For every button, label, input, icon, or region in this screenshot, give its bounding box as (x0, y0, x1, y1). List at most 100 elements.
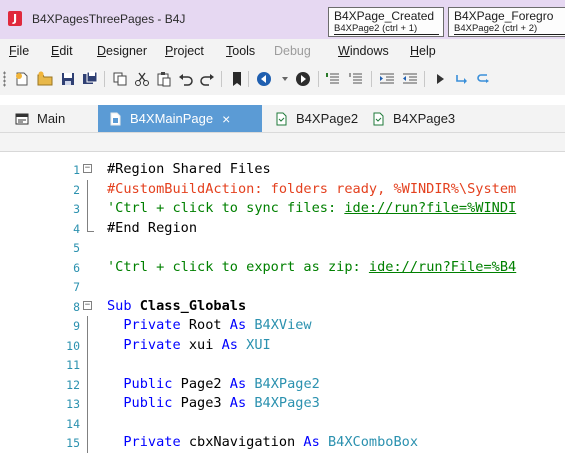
fold-guide-line (87, 179, 88, 200)
line-number: 12 (66, 377, 80, 392)
copy-icon[interactable] (111, 70, 129, 88)
toolbar-separator (371, 71, 372, 87)
sub-shortcut-popup-2[interactable]: B4XPage_Foregro B4XPage2 (ctrl + 2) (448, 7, 565, 37)
code-token: #CustomBuildAction: (107, 180, 263, 197)
line-number: 14 (66, 416, 80, 431)
tab-main[interactable]: Main (15, 105, 75, 132)
menu-debug[interactable]: Debug (274, 44, 311, 58)
menu-edit[interactable]: Edit (51, 44, 73, 58)
code-line[interactable]: 12 Public Page2 As B4XPage2 (0, 374, 565, 395)
menu-help[interactable]: Help (410, 44, 436, 58)
navigate-dropdown-icon[interactable] (276, 70, 294, 88)
popup-shortcut: B4XPage2 (ctrl + 2) (454, 23, 565, 35)
tab-b4xpage3[interactable]: B4XPage3 (371, 105, 455, 132)
paste-icon[interactable] (155, 70, 173, 88)
code-line[interactable]: 2 #CustomBuildAction: folders ready, %WIN… (0, 179, 565, 200)
menu-file[interactable]: File (9, 44, 29, 58)
code-text: Private cbxNavigation As B4XComboBox (107, 434, 418, 450)
bookmark-icon[interactable] (228, 70, 246, 88)
code-line[interactable]: 14 (0, 413, 565, 434)
open-file-icon[interactable] (36, 70, 54, 88)
sub-shortcut-popup-1[interactable]: B4XPage_Created B4XPage2 (ctrl + 1) (328, 7, 444, 37)
code-token: B4XPage2 (254, 375, 320, 392)
code-editor[interactable]: 1− #Region Shared Files 2 #CustomBuildActio… (0, 152, 565, 453)
indent-icon[interactable] (378, 70, 396, 88)
code-token: As (303, 434, 328, 450)
class-icon (276, 112, 287, 125)
code-line[interactable]: 3 'Ctrl + click to sync files: ide://run?… (0, 199, 565, 219)
tab-b4xpage2[interactable]: B4XPage2 (274, 105, 358, 132)
code-token: Class_Globals (139, 297, 247, 314)
window-title: B4XPagesThreePages - B4J (32, 12, 186, 26)
menu-tools[interactable]: Tools (226, 44, 255, 58)
code-text: #Region Shared Files (107, 161, 271, 177)
menu-windows[interactable]: Windows (338, 44, 389, 58)
line-number: 10 (66, 338, 80, 353)
fold-guide-line (87, 394, 88, 414)
code-line[interactable]: 11 (0, 355, 565, 375)
fold-toggle-icon[interactable]: − (83, 164, 92, 173)
code-line[interactable]: 13 Public Page3 As B4XPage3 (0, 394, 565, 414)
fold-guide-line (87, 355, 88, 375)
code-line[interactable]: 1− #Region Shared Files (0, 160, 565, 180)
module-icon (15, 113, 29, 124)
code-line[interactable]: 5 (0, 238, 565, 258)
code-text: Public Page2 As B4XPage2 (107, 375, 320, 392)
fold-guide-line (87, 199, 88, 219)
code-link[interactable]: ide://run?File=%B4 (369, 259, 516, 275)
save-all-icon[interactable] (81, 70, 99, 88)
new-file-icon[interactable] (13, 70, 31, 88)
code-line[interactable]: 9 Private Root As B4XView (0, 316, 565, 336)
comment-icon[interactable] (325, 70, 343, 88)
line-number: 13 (66, 397, 80, 411)
cut-icon[interactable] (133, 70, 151, 88)
code-token: Public (107, 395, 181, 411)
code-token: B4XView (254, 317, 312, 333)
menu-project[interactable]: Project (165, 44, 204, 58)
save-icon[interactable] (59, 70, 77, 88)
line-number: 3 (73, 202, 80, 216)
code-token: Page3 (180, 395, 230, 411)
code-line[interactable]: 7 (0, 277, 565, 297)
code-line[interactable]: 8− Sub Class_Globals (0, 297, 565, 317)
run-icon[interactable] (431, 70, 449, 88)
close-icon[interactable]: × (222, 111, 230, 127)
line-number: 5 (73, 241, 80, 255)
code-text: Public Page3 As B4XPage3 (107, 395, 319, 411)
fold-toggle-icon[interactable]: − (83, 300, 92, 310)
line-number: 15 (66, 436, 80, 450)
tab-b4xmainpage[interactable]: B4XMainPage × (98, 105, 262, 132)
fold-guide-line (87, 374, 88, 395)
fold-end-marker (87, 218, 94, 232)
redo-icon[interactable] (198, 70, 216, 88)
code-text: 'Ctrl + click to sync files: ide://run?f… (107, 200, 516, 216)
tab-label: B4XPage3 (393, 111, 456, 126)
code-link[interactable]: ide://run?file=%WINDI (344, 200, 516, 216)
code-token: B4XComboBox (327, 434, 419, 450)
code-text: 'Ctrl + click to export as zip: ide://ru… (107, 259, 516, 275)
compile-icon[interactable] (474, 70, 492, 88)
toolbar-separator (221, 71, 222, 87)
code-line[interactable]: 15 Private cbxNavigation As B4XComboBox (0, 433, 565, 453)
undo-icon[interactable] (177, 70, 195, 88)
popup-sub-name: B4XPage_Created (334, 9, 435, 23)
navigate-forward-icon[interactable] (294, 70, 312, 88)
navigate-back-icon[interactable] (255, 70, 273, 88)
menu-designer[interactable]: Designer (97, 44, 147, 58)
code-token: Private (107, 317, 189, 333)
toolbar-grip[interactable] (3, 71, 6, 87)
code-line[interactable]: 6 'Ctrl + click to export as zip: ide://r… (0, 258, 565, 278)
code-text: Sub Class_Globals (107, 298, 246, 314)
code-text: #End Region (107, 220, 197, 236)
line-number: 8 (73, 299, 80, 314)
line-number: 1 (73, 163, 80, 177)
outdent-icon[interactable] (401, 70, 419, 88)
line-number: 9 (73, 319, 80, 333)
debug-icon[interactable] (452, 70, 470, 88)
b4j-logo-icon: J (8, 11, 22, 26)
code-line[interactable]: 10 Private xui As XUI (0, 335, 565, 356)
code-line[interactable]: 4 #End Region (0, 218, 565, 239)
code-token: Private (107, 336, 189, 353)
line-number: 6 (73, 260, 80, 275)
uncomment-icon[interactable] (348, 70, 366, 88)
